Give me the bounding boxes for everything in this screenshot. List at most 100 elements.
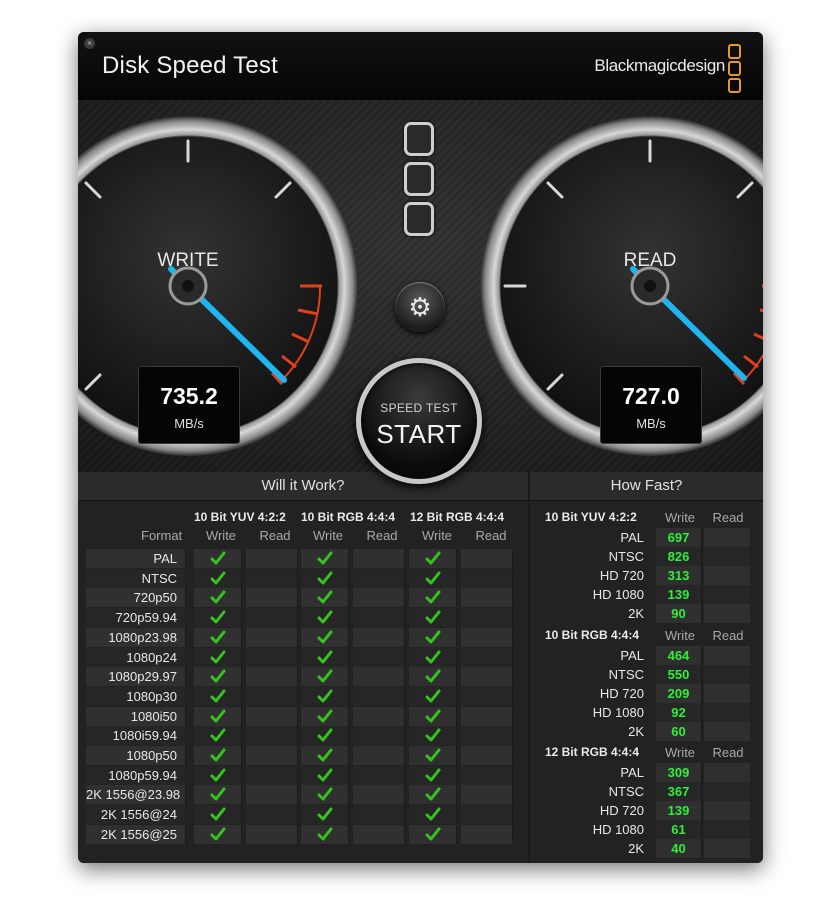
table-row: PAL <box>86 549 514 568</box>
how-fast-read-value <box>704 763 750 782</box>
gauge-area: WRITE 735.2 MB/s READ 727.0 MB/s ⚙ SPEED… <box>78 100 763 484</box>
table-row: 2K 1556@23.98 <box>86 785 514 805</box>
empty-read-cell <box>246 568 298 588</box>
check-icon <box>409 805 457 825</box>
how-fast-write-value: 61 <box>656 820 702 839</box>
empty-read-cell <box>246 765 298 785</box>
empty-read-cell <box>246 667 298 687</box>
hf-group-header: 10 Bit RGB 4:4:4 <box>545 628 640 642</box>
check-icon <box>409 824 457 844</box>
start-button[interactable]: SPEED TEST START <box>356 358 482 484</box>
check-icon <box>194 824 242 844</box>
empty-read-cell <box>353 627 405 647</box>
empty-read-cell <box>246 785 298 805</box>
read-gauge-label: READ <box>623 250 677 271</box>
how-fast-format-label: HD 720 <box>599 568 644 583</box>
write-readout: 735.2 MB/s <box>138 366 240 444</box>
settings-button[interactable]: ⚙ <box>395 282 445 332</box>
check-icon <box>409 686 457 706</box>
check-icon <box>301 568 349 588</box>
start-button-subtitle: SPEED TEST <box>380 401 458 415</box>
how-fast-write-value: 550 <box>656 665 702 684</box>
how-fast-read-value <box>704 703 750 722</box>
hf-group-header: 12 Bit RGB 4:4:4 <box>545 745 640 759</box>
hf-read-header: Read <box>712 745 744 760</box>
write-gauge-label: WRITE <box>157 250 219 271</box>
empty-read-cell <box>246 627 298 647</box>
empty-read-cell <box>353 549 405 568</box>
check-icon <box>301 706 349 726</box>
how-fast-format-label: 2K <box>628 606 644 621</box>
empty-read-cell <box>353 686 405 706</box>
empty-read-cell <box>353 647 405 667</box>
how-fast-write-value: 209 <box>656 684 702 703</box>
how-fast-read-value <box>704 604 750 623</box>
empty-read-cell <box>461 726 513 746</box>
empty-read-cell <box>353 805 405 825</box>
empty-read-cell <box>246 805 298 825</box>
empty-read-cell <box>461 549 513 568</box>
empty-read-cell <box>461 608 513 628</box>
how-fast-read-value <box>704 646 750 665</box>
format-label: 1080p59.94 <box>86 765 186 785</box>
table-row: 1080p50 <box>86 746 514 765</box>
check-icon <box>301 726 349 746</box>
how-fast-format-label: PAL <box>620 765 644 780</box>
how-fast-write-value: 139 <box>656 801 702 820</box>
table-row: 1080i50 <box>86 706 514 726</box>
check-icon <box>409 726 457 746</box>
how-fast-read-value <box>704 684 750 703</box>
empty-read-cell <box>353 785 405 805</box>
check-icon <box>409 667 457 687</box>
how-fast-write-value: 90 <box>656 604 702 623</box>
check-icon <box>409 647 457 667</box>
check-icon <box>194 706 242 726</box>
format-label: 1080i50 <box>86 706 186 726</box>
check-icon <box>194 549 242 568</box>
how-fast-format-label: NTSC <box>608 667 644 682</box>
empty-read-cell <box>461 785 513 805</box>
format-label: 720p59.94 <box>86 608 186 628</box>
hf-read-header: Read <box>712 628 744 643</box>
write-speed-unit: MB/s <box>174 416 204 431</box>
how-fast-write-value: 313 <box>656 566 702 585</box>
check-icon <box>409 588 457 608</box>
format-label: 1080i59.94 <box>86 726 186 746</box>
empty-read-cell <box>246 647 298 667</box>
read-speed-unit: MB/s <box>636 416 666 431</box>
empty-read-cell <box>246 824 298 844</box>
check-icon <box>194 805 242 825</box>
table-row: 1080p23.98 <box>86 627 514 647</box>
hf-write-header: Write <box>664 745 696 760</box>
check-icon <box>409 706 457 726</box>
how-fast-write-value: 826 <box>656 547 702 566</box>
empty-read-cell <box>246 549 298 568</box>
format-label: 1080p30 <box>86 686 186 706</box>
empty-read-cell <box>246 608 298 628</box>
empty-read-cell <box>461 805 513 825</box>
check-icon <box>194 568 242 588</box>
format-label: 2K 1556@25 <box>86 824 186 844</box>
check-icon <box>301 588 349 608</box>
read-speed-value: 727.0 <box>622 383 680 409</box>
how-fast-read-value <box>704 722 750 741</box>
how-fast-read-value <box>704 820 750 839</box>
check-icon <box>409 549 457 568</box>
check-icon <box>409 785 457 805</box>
check-icon <box>409 765 457 785</box>
table-row: 1080p29.97 <box>86 667 514 687</box>
empty-read-cell <box>461 765 513 785</box>
how-fast-write-value: 60 <box>656 722 702 741</box>
gear-icon: ⚙ <box>408 291 432 322</box>
check-icon <box>301 608 349 628</box>
empty-read-cell <box>246 706 298 726</box>
table-row: 2K 1556@25 <box>86 824 514 844</box>
how-fast-read-value <box>704 566 750 585</box>
empty-read-cell <box>353 824 405 844</box>
empty-read-cell <box>353 706 405 726</box>
how-fast-write-value: 40 <box>656 839 702 858</box>
empty-read-cell <box>461 568 513 588</box>
how-fast-format-label: NTSC <box>608 784 644 799</box>
check-icon <box>409 608 457 628</box>
how-fast-format-label: 2K <box>628 724 644 739</box>
